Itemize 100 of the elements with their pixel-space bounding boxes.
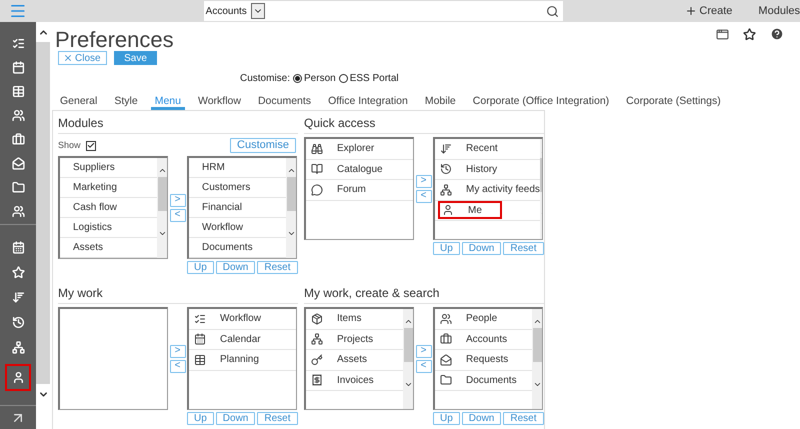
order-button[interactable]: Up	[187, 261, 214, 274]
star-icon	[12, 266, 24, 279]
radio-label: ESS Portal	[350, 72, 399, 86]
scroll-thumb[interactable]	[532, 328, 542, 362]
order-button[interactable]: Up	[433, 242, 460, 255]
list-item-label: HRM	[202, 161, 225, 175]
radio-button[interactable]	[338, 74, 348, 83]
order-button[interactable]: Reset	[257, 261, 298, 274]
tab[interactable]: Mobile	[420, 95, 460, 110]
move-button[interactable]: <	[170, 360, 186, 372]
envelope-icon	[440, 354, 452, 366]
create-button[interactable]: Create	[685, 2, 732, 20]
list-item-label: Accounts	[466, 332, 508, 347]
order-button[interactable]: Up	[433, 412, 460, 425]
list-item-label: Cash flow	[73, 201, 117, 215]
list-box[interactable]: Recent History My activity feeds Me	[433, 137, 543, 240]
list-item-label: Suppliers	[73, 161, 115, 175]
scroll-down-icon[interactable]	[404, 380, 412, 389]
sidebar-item[interactable]	[5, 364, 31, 391]
book-icon	[311, 163, 323, 176]
scope-select[interactable]: Accounts	[204, 1, 265, 21]
save-button[interactable]: Save	[114, 51, 157, 65]
scrollbar[interactable]	[286, 158, 296, 258]
tab[interactable]: Corporate (Settings)	[622, 95, 725, 110]
sort-icon	[440, 142, 452, 155]
scroll-up-icon[interactable]	[158, 166, 166, 175]
list-item-label: Calendar	[220, 332, 261, 347]
page-scrollbar[interactable]	[36, 42, 50, 384]
order-button[interactable]: Down	[462, 242, 502, 255]
scrollbar[interactable]	[157, 158, 167, 258]
order-button[interactable]: Up	[187, 412, 214, 425]
list-item-label: My activity feeds	[466, 183, 540, 198]
order-button[interactable]: Down	[462, 412, 502, 425]
scroll-thumb[interactable]	[404, 328, 412, 362]
order-button[interactable]: Down	[216, 412, 256, 425]
move-button[interactable]: <	[416, 190, 432, 202]
scroll-up-icon[interactable]	[404, 317, 412, 326]
list-box[interactable]: HRM Customers Financial Workflow Documents	[187, 156, 297, 259]
list-box[interactable]: Items Projects Assets Invoices	[304, 307, 414, 410]
order-button[interactable]: Reset	[257, 412, 298, 425]
list-item-label: Invoices	[337, 374, 374, 388]
list-item-label: Assets	[73, 241, 104, 255]
scroll-up-icon[interactable]	[286, 166, 296, 175]
tab[interactable]: General	[56, 95, 102, 110]
chat-icon	[311, 184, 323, 196]
key-icon	[311, 354, 323, 366]
list-item-label: Assets	[337, 353, 368, 368]
customise-button[interactable]: Customise	[230, 138, 296, 153]
radio-button[interactable]	[293, 74, 302, 83]
show-checkbox[interactable]	[86, 140, 96, 150]
list-box[interactable]: Explorer Catalogue Forum	[304, 137, 414, 240]
scroll-down-icon[interactable]	[158, 229, 166, 238]
checklist-icon	[194, 312, 206, 325]
page-title: Preferences	[55, 26, 174, 54]
list-box[interactable]: Suppliers Marketing Cash flow Logistics Assets	[58, 156, 168, 259]
move-button[interactable]: >	[170, 344, 186, 358]
section-title: My work, create & search	[304, 284, 544, 304]
favourite-icon[interactable]	[743, 28, 756, 40]
tab[interactable]: Corporate (Office Integration)	[468, 95, 614, 110]
scrollbar[interactable]	[403, 309, 413, 409]
people-icon	[440, 312, 452, 325]
modules-button[interactable]: Modules	[758, 2, 800, 20]
tab[interactable]: Style	[110, 95, 142, 110]
list-item-label: Forum	[337, 183, 366, 198]
order-button[interactable]: Down	[216, 261, 256, 274]
person-icon	[442, 204, 454, 216]
list-box[interactable]	[58, 307, 168, 410]
tab[interactable]: Office Integration	[324, 95, 412, 110]
scroll-down-icon[interactable]	[532, 380, 542, 389]
list-box[interactable]: People Accounts Requests Documents	[433, 307, 543, 410]
plus-icon	[685, 5, 698, 17]
window-settings-icon[interactable]	[716, 28, 729, 40]
tab[interactable]: Menu	[150, 95, 185, 110]
move-button[interactable]: >	[416, 344, 432, 358]
search-icon[interactable]	[546, 4, 560, 18]
move-button[interactable]: >	[170, 194, 186, 206]
section-title: Modules	[58, 114, 298, 134]
hierarchy-icon	[311, 333, 323, 346]
list-item-label: People	[466, 312, 498, 326]
move-button[interactable]: <	[416, 360, 432, 372]
scroll-down-icon[interactable]	[286, 229, 296, 238]
calendar-grid-icon	[12, 241, 24, 254]
history-icon	[12, 316, 24, 329]
list-item-label: Me	[468, 204, 482, 218]
tab[interactable]: Workflow	[194, 95, 245, 110]
radio-label: Person	[304, 72, 336, 86]
scroll-up-icon[interactable]	[532, 317, 542, 326]
search-field[interactable]	[264, 1, 564, 21]
move-button[interactable]: >	[416, 174, 432, 188]
receipt-icon	[311, 374, 323, 386]
move-button[interactable]: <	[170, 208, 186, 222]
scroll-thumb[interactable]	[286, 177, 296, 211]
close-button[interactable]: Close	[58, 51, 107, 65]
order-button[interactable]: Reset	[503, 242, 544, 255]
scroll-thumb[interactable]	[158, 177, 166, 211]
help-icon[interactable]	[770, 27, 784, 41]
scrollbar[interactable]	[532, 309, 542, 409]
tab[interactable]: Documents	[254, 95, 316, 110]
order-button[interactable]: Reset	[503, 412, 544, 425]
list-box[interactable]: Workflow Calendar Planning	[187, 307, 297, 410]
